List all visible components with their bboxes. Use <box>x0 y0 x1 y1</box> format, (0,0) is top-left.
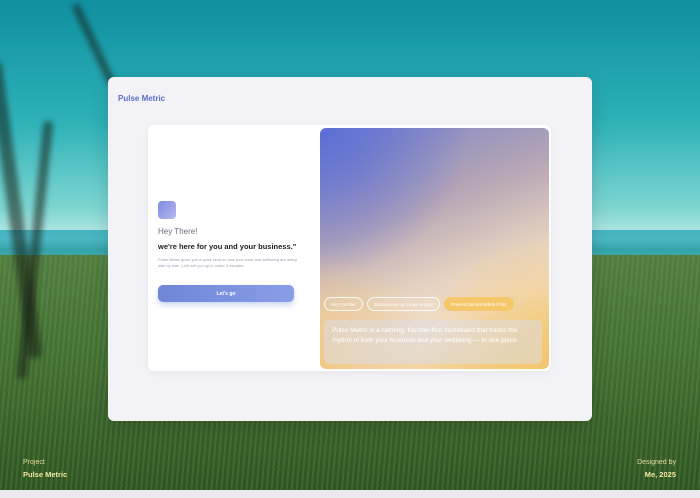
app-window: Pulse Metric Hey There! we're here for y… <box>108 77 592 421</box>
chip-hey-founder[interactable]: Hey Founder <box>324 297 363 311</box>
footer-designer-label: Designed by <box>637 459 676 466</box>
chip-prevent-burnout[interactable]: Prevent burnout before it hits <box>444 297 514 311</box>
foreground-grass-blade <box>71 2 117 88</box>
onboarding-panel: Hey There! we're here for you and your b… <box>148 125 551 371</box>
chip-row: Hey Founder Stress levels up 3 days stra… <box>324 297 514 311</box>
chip-stress-levels[interactable]: Stress levels up 3 days straight <box>366 297 441 311</box>
footer-project-value: Pulse Metric <box>23 470 68 479</box>
hero-visual: Hey Founder Stress levels up 3 days stra… <box>320 128 549 369</box>
app-logo-icon <box>158 201 176 219</box>
hero-caption: Pulse Metric is a calming, founder-first… <box>324 320 542 364</box>
lets-go-button[interactable]: Let's go <box>158 285 294 302</box>
welcome-section: Hey There! we're here for you and your b… <box>158 201 298 302</box>
headline: we're here for you and your business." <box>158 242 297 251</box>
footer-project: Project Pulse Metric <box>23 459 67 479</box>
description: Pulse Metric gives you a quick read on h… <box>158 257 297 268</box>
footer-designer: Designed by Me, 2025 <box>637 459 676 479</box>
bottom-bar <box>0 490 700 498</box>
greeting: Hey There! <box>158 227 198 236</box>
footer-project-label: Project <box>23 459 45 466</box>
footer-designer-value: Me, 2025 <box>644 470 676 479</box>
brand-title: Pulse Metric <box>118 94 166 103</box>
